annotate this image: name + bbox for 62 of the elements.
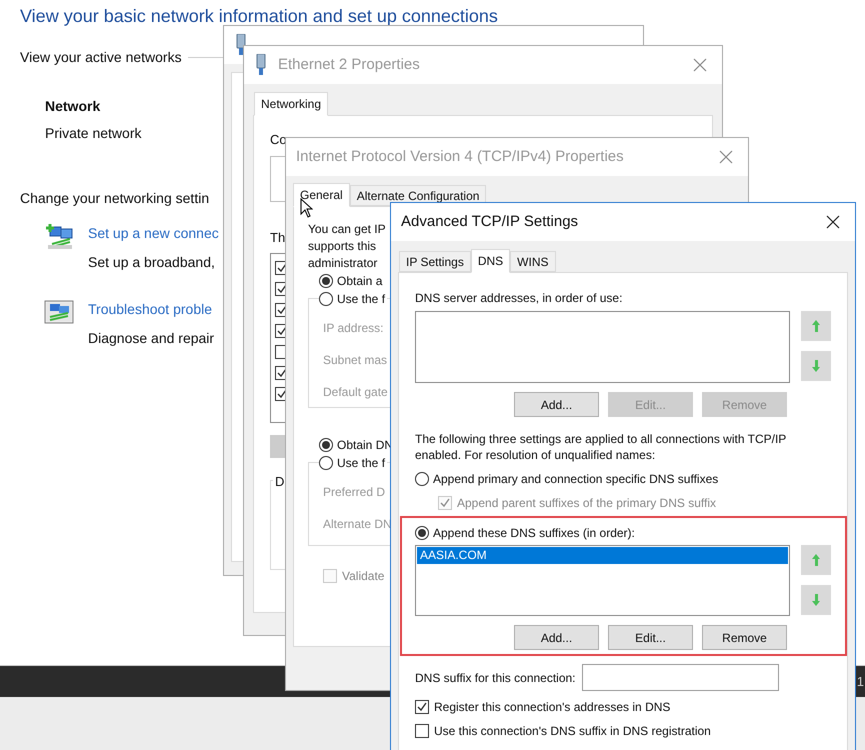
window-title: Advanced TCP/IP Settings (401, 212, 580, 232)
radio-button[interactable] (415, 526, 429, 540)
section-label: Change your networking settin (20, 189, 210, 208)
dialog-button[interactable]: Add... (514, 392, 599, 417)
radio-label: Use the f (337, 291, 386, 308)
section-label: View your active networks (20, 48, 182, 67)
radio-button[interactable] (319, 456, 333, 470)
checkbox-label: Validate (342, 568, 384, 585)
network-add-icon (44, 223, 74, 251)
field-label: Default gate (323, 385, 389, 400)
dialog-button[interactable]: Edit... (608, 625, 693, 650)
tab[interactable]: DNS (470, 249, 510, 273)
task-link[interactable]: Troubleshoot proble (88, 299, 214, 320)
radio-button[interactable] (415, 472, 429, 486)
taskbar-text: 1 (856, 672, 864, 691)
intro-text: administrator (308, 255, 378, 272)
tab[interactable]: WINS (510, 251, 556, 272)
close-icon (826, 215, 840, 229)
suffix-input[interactable] (582, 664, 779, 691)
close-icon (719, 150, 733, 164)
dialog-button[interactable]: Add... (514, 625, 599, 650)
close-icon (693, 58, 707, 72)
arrow-down-icon (811, 593, 821, 607)
list-item[interactable]: AASIA.COM (417, 547, 788, 564)
list-label: Th (270, 228, 286, 246)
task-description: Set up a broadband, (88, 253, 216, 272)
task-link[interactable]: Set up a new connec (88, 223, 219, 244)
intro-text: You can get IP (308, 221, 386, 238)
plug-icon (254, 54, 268, 76)
field-label: Preferred D (323, 485, 386, 500)
checkbox-label: Append parent suffixes of the primary DNS suffix (457, 495, 716, 512)
window-title: Internet Protocol Version 4 (TCP/IPv4) Properties (296, 146, 625, 167)
radio-button[interactable] (319, 438, 333, 452)
dialog-button[interactable]: Remove (702, 625, 787, 650)
arrow-up-icon (811, 319, 821, 333)
tab[interactable]: IP Settings (399, 251, 471, 272)
field-label: DNS suffix for this connection: (415, 670, 576, 686)
tab[interactable]: General (293, 183, 350, 207)
page-heading: View your basic network information and set up connections (20, 5, 498, 28)
tab[interactable]: Networking (254, 92, 328, 116)
window-title: Ethernet 2 Properties (278, 54, 421, 75)
radio-label: Obtain a (337, 273, 382, 290)
network-type: Private network (45, 124, 142, 143)
field-label: IP address: (323, 321, 384, 336)
radio-label: Append primary and connection specific DNS suffixes (433, 471, 718, 488)
network-name: Network (45, 97, 100, 116)
radio-label: Append these DNS suffixes (in order): (433, 525, 635, 542)
arrow-down-icon (811, 359, 821, 373)
field-label: Subnet mas (323, 353, 388, 368)
checkbox-label: Register this connection's addresses in DNS (434, 699, 670, 716)
radio-label: Use the f (337, 455, 386, 472)
checkbox-label: Use this connection's DNS suffix in DNS registration (434, 723, 711, 740)
intro-text: supports this (308, 238, 376, 255)
checkbox[interactable] (415, 724, 429, 738)
radio-button[interactable] (319, 274, 333, 288)
radio-button[interactable] (319, 292, 333, 306)
arrow-up-icon (811, 553, 821, 567)
plug-icon (234, 34, 248, 56)
checkbox[interactable] (415, 700, 429, 714)
task-description: Diagnose and repair (88, 329, 214, 348)
list-label: DNS server addresses, in order of use: (415, 290, 622, 307)
note-text: The following three settings are applied to all connections with TCP/IP enabled. For resolution of unqualified names: (415, 431, 787, 463)
